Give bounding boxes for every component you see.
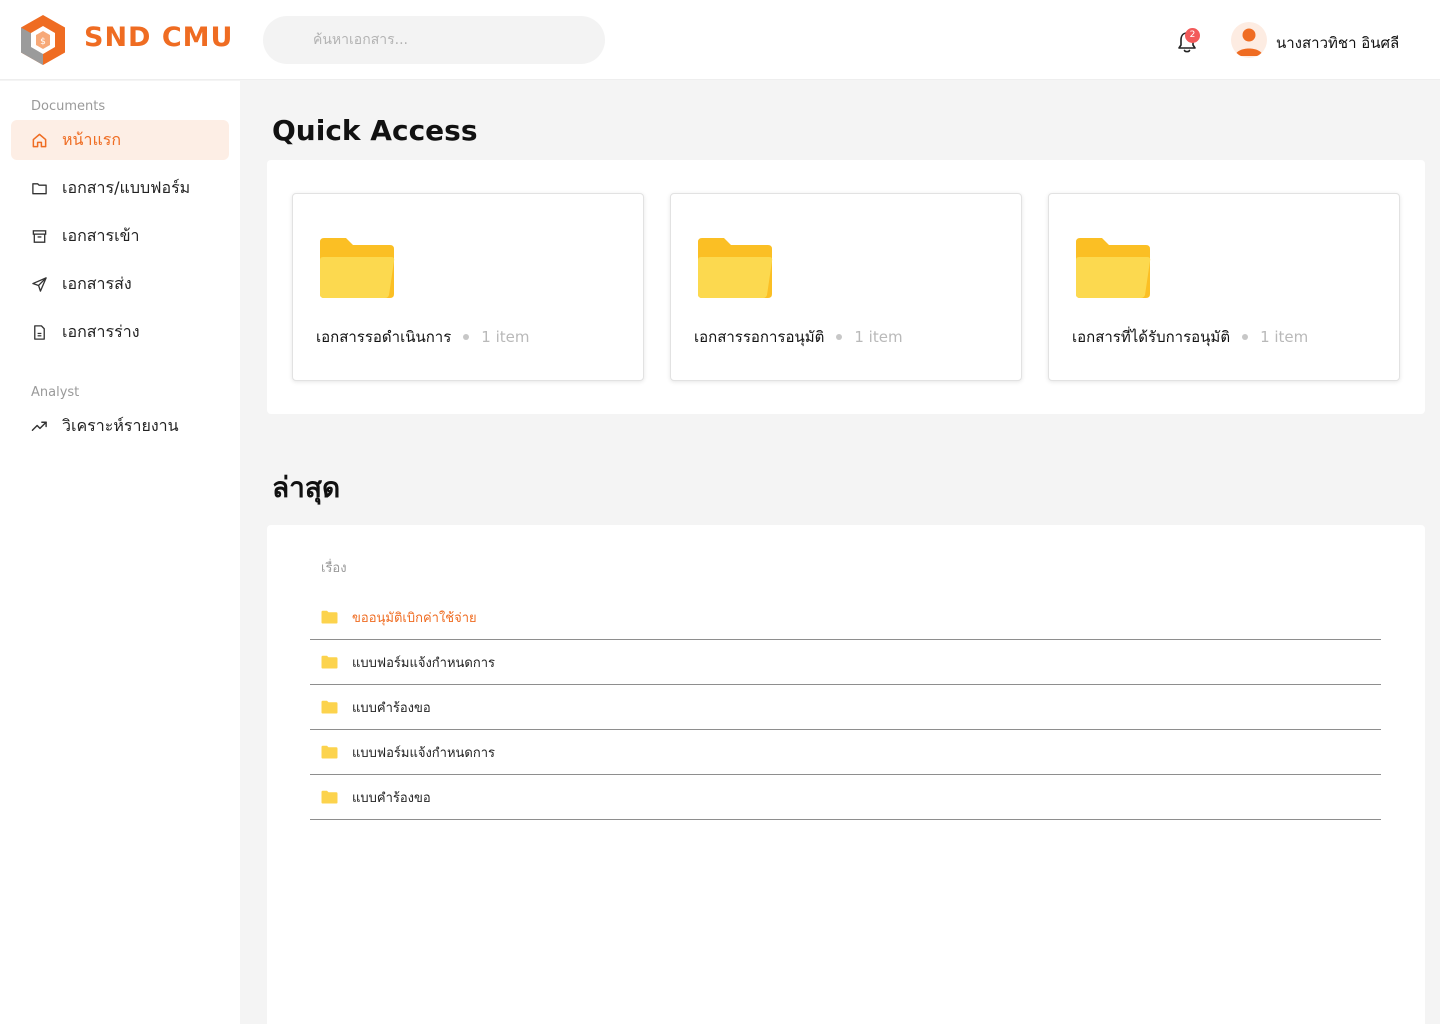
quick-access-card-pending[interactable]: เอกสารรอดำเนินการ 1 item — [292, 193, 644, 381]
svg-text:$: $ — [40, 37, 46, 47]
table-row[interactable]: แบบคำร้องขอ — [310, 775, 1381, 820]
search-input[interactable] — [263, 16, 605, 64]
user-name[interactable]: นางสาวทิชา อินศลี — [1276, 31, 1399, 55]
sidebar-item-label: วิเคราะห์รายงาน — [62, 415, 179, 435]
sidebar-item-label: หน้าแรก — [62, 129, 122, 149]
card-title: เอกสารรอดำเนินการ — [316, 328, 452, 346]
item-count: 1 item — [854, 328, 903, 346]
sidebar-item-documents-forms[interactable]: เอกสาร/แบบฟอร์ม — [11, 168, 229, 208]
sidebar-item-label: เอกสาร/แบบฟอร์ม — [62, 177, 191, 197]
notification-count-badge: 2 — [1185, 28, 1200, 43]
folder-icon — [32, 182, 47, 194]
folder-icon — [698, 238, 773, 298]
table-row[interactable]: แบบฟอร์มแจ้งกำหนดการ — [310, 730, 1381, 775]
sidebar-item-sent[interactable]: เอกสารส่ง — [11, 264, 229, 304]
brand-name: SND CMU — [84, 22, 234, 53]
sidebar-item-label: เอกสารร่าง — [62, 321, 140, 341]
quick-access-title: Quick Access — [272, 114, 478, 147]
item-count: 1 item — [1260, 328, 1309, 346]
item-count: 1 item — [481, 328, 530, 346]
folder-icon — [321, 655, 338, 669]
table-row[interactable]: แบบคำร้องขอ — [310, 685, 1381, 730]
sidebar-item-report-analysis[interactable]: วิเคราะห์รายงาน — [11, 406, 229, 446]
folder-icon — [321, 745, 338, 759]
row-title: แบบฟอร์มแจ้งกำหนดการ — [352, 745, 496, 761]
folder-icon — [320, 238, 395, 298]
top-header: $ SND CMU 2 นางสาวทิชา อินศลี — [0, 0, 1440, 80]
sidebar-item-inbox[interactable]: เอกสารเข้า — [11, 216, 229, 256]
sidebar-item-label: เอกสารเข้า — [62, 225, 140, 245]
row-title: แบบฟอร์มแจ้งกำหนดการ — [352, 655, 496, 671]
user-avatar-icon — [1235, 28, 1263, 56]
send-icon — [32, 276, 47, 292]
home-icon — [32, 133, 47, 147]
inbox-icon — [32, 229, 47, 243]
folder-icon — [321, 610, 338, 624]
trending-up-icon — [31, 421, 47, 431]
folder-icon — [1076, 238, 1151, 298]
separator-dot — [463, 334, 470, 340]
avatar[interactable] — [1231, 22, 1267, 58]
table-row[interactable]: ขออนุมัติเบิกค่าใช้จ่าย — [310, 595, 1381, 640]
folder-icon — [321, 790, 338, 804]
card-title: เอกสารที่ได้รับการอนุมัติ — [1072, 328, 1231, 346]
sidebar: Documents หน้าแรก เอกสาร/แบบฟอร์ม เอกสาร… — [0, 81, 240, 1024]
section-label-analyst: Analyst — [31, 385, 80, 400]
separator-dot — [1242, 334, 1249, 340]
recent-title: ล่าสุด — [272, 471, 341, 504]
sidebar-item-label: เอกสารส่ง — [62, 273, 132, 293]
logo-icon[interactable]: $ — [18, 14, 68, 66]
quick-access-card-awaiting-approval[interactable]: เอกสารรอการอนุมัติ 1 item — [670, 193, 1022, 381]
quick-access-card-approved[interactable]: เอกสารที่ได้รับการอนุมัติ 1 item — [1048, 193, 1400, 381]
row-title: แบบคำร้องขอ — [352, 790, 431, 806]
folder-icon — [321, 700, 338, 714]
draft-icon — [34, 324, 45, 340]
section-label-documents: Documents — [31, 99, 106, 114]
separator-dot — [836, 334, 843, 340]
row-title: แบบคำร้องขอ — [352, 700, 431, 716]
card-title: เอกสารรอการอนุมัติ — [694, 328, 825, 346]
column-header-subject: เรื่อง — [321, 561, 347, 576]
sidebar-item-home[interactable]: หน้าแรก — [11, 120, 229, 160]
table-row[interactable]: แบบฟอร์มแจ้งกำหนดการ — [310, 640, 1381, 685]
row-title: ขออนุมัติเบิกค่าใช้จ่าย — [352, 610, 477, 626]
sidebar-item-drafts[interactable]: เอกสารร่าง — [11, 312, 229, 352]
